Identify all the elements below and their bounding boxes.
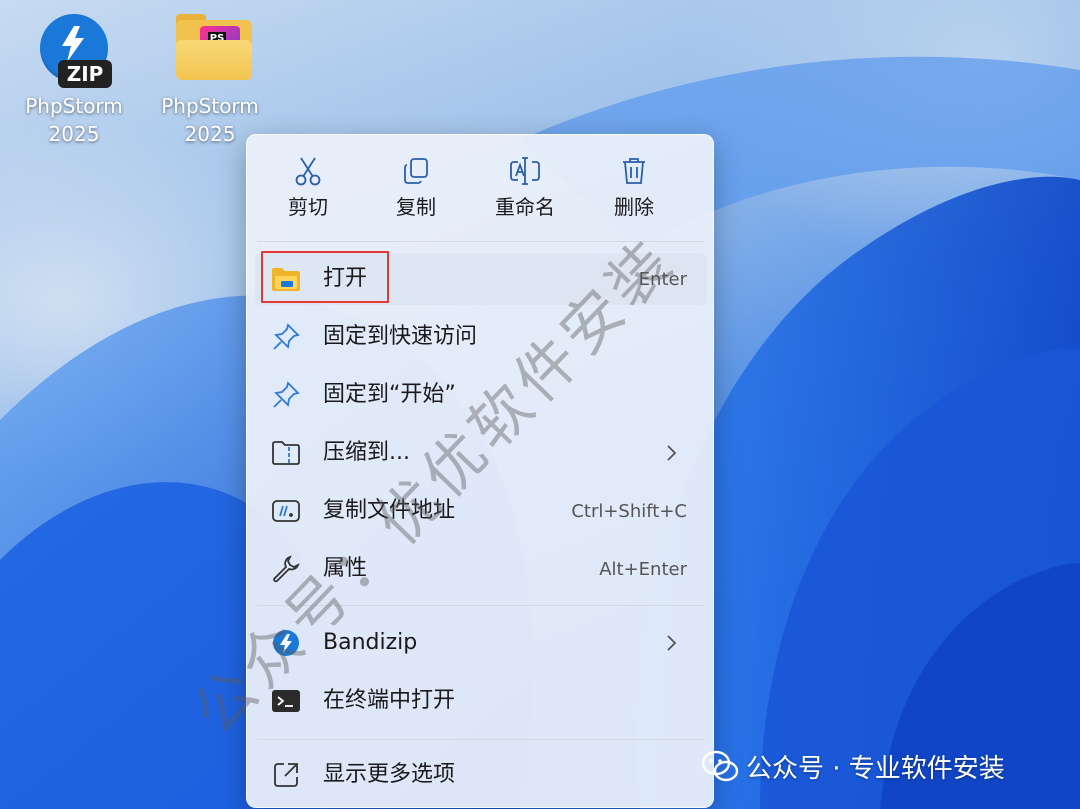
- wechat-footer-watermark: 公众号 · 专业软件安装: [700, 744, 1005, 788]
- zip-badge: ZIP: [58, 60, 112, 88]
- copy-button[interactable]: 复制: [361, 149, 471, 233]
- quick-actions-bar: 剪切 复制 重命名 删除: [247, 135, 713, 239]
- cut-button[interactable]: 剪切: [253, 149, 363, 233]
- chevron-right-icon: [667, 635, 677, 651]
- menu-item-open-terminal[interactable]: 在终端中打开: [255, 675, 707, 727]
- pin-icon: [271, 381, 301, 409]
- more-options-icon: [271, 761, 301, 789]
- menu-divider: [257, 739, 705, 740]
- desktop-icon-label: PhpStorm 2025: [25, 94, 123, 146]
- pin-icon: [271, 323, 301, 351]
- trash-icon: [579, 149, 689, 193]
- copy-path-icon: [271, 497, 301, 525]
- highlight-frame: [261, 251, 389, 303]
- desktop-icon-phpstorm-zip[interactable]: ZIP PhpStorm 2025: [14, 12, 134, 148]
- folder-icon: PS: [170, 12, 252, 92]
- rename-icon: [470, 149, 580, 193]
- compress-icon: [271, 439, 301, 467]
- scissors-icon: [253, 149, 363, 193]
- copy-icon: [361, 149, 471, 193]
- desktop-icon-phpstorm-folder[interactable]: PS PhpStorm 2025: [150, 12, 270, 148]
- chevron-right-icon: [667, 445, 677, 461]
- wechat-icon: [701, 750, 739, 782]
- bandizip-archive-icon: ZIP: [34, 12, 114, 92]
- rename-button[interactable]: 重命名: [470, 149, 580, 233]
- menu-item-show-more-options[interactable]: 显示更多选项: [255, 749, 707, 801]
